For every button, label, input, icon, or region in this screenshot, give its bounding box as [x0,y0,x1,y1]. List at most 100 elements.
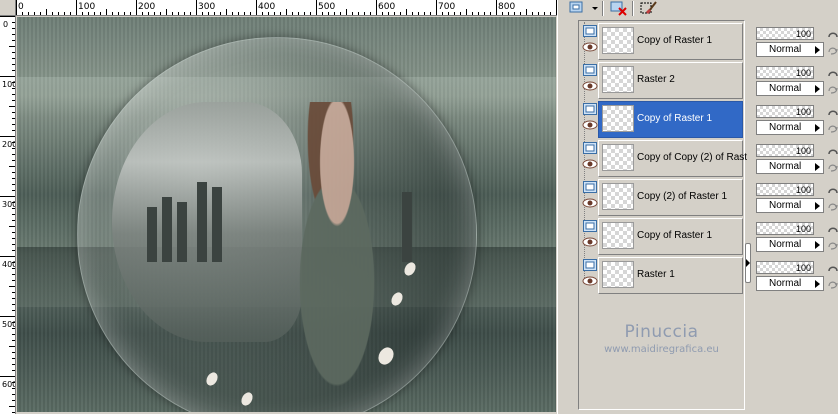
ruler-tick [12,154,15,155]
raster-layer-icon[interactable] [583,220,597,232]
blend-mode-select[interactable]: Normal [756,42,824,57]
blend-mode-select[interactable]: Normal [756,198,824,213]
raster-layer-icon[interactable] [583,142,597,154]
raster-layer-icon[interactable] [583,25,597,37]
layer-row[interactable]: Copy of Raster 1 [580,100,743,139]
lock-transparency-icon[interactable] [827,106,838,118]
ruler-label: 200 [2,140,16,149]
ruler-tick [12,358,15,359]
ruler-tick [286,9,287,15]
blend-mode-select[interactable]: Normal [756,120,824,135]
ruler-tick [9,286,15,287]
blend-mode-select[interactable]: Normal [756,159,824,174]
layer-name[interactable]: Raster 1 [637,269,675,280]
ruler-label: 100 [78,2,96,12]
eye-icon[interactable] [582,42,598,52]
layer-properties: 100 Normal [754,217,838,256]
city-tower [402,192,412,262]
lock-transparency-icon[interactable] [827,184,838,196]
layer-thumbnail [602,261,634,288]
ruler-tick [454,12,455,15]
ruler-tick [346,9,347,15]
link-icon[interactable] [827,122,838,134]
layer-properties: 100 Normal [754,22,838,61]
blend-mode-select[interactable]: Normal [756,237,824,252]
opacity-slider[interactable]: 100 [756,27,814,40]
layer-name[interactable]: Copy (2) of Raster 1 [637,191,727,202]
link-icon[interactable] [827,278,838,290]
eye-icon[interactable] [582,120,598,130]
layer-row[interactable]: Copy of Raster 1 [580,217,743,256]
pane-splitter[interactable] [745,243,751,283]
eye-icon[interactable] [582,81,598,91]
opacity-slider[interactable]: 100 [756,222,814,235]
ruler-label: 300 [198,2,216,12]
opacity-slider[interactable]: 100 [756,144,814,157]
link-icon[interactable] [827,83,838,95]
new-layer-button[interactable] [568,0,588,17]
link-icon[interactable] [827,44,838,56]
ruler-tick [448,12,449,15]
ruler-tick [0,316,15,317]
chevron-right-icon [815,85,820,93]
ruler-tick [430,12,431,15]
raster-layer-icon[interactable] [583,103,597,115]
raster-layer-icon[interactable] [583,259,597,271]
link-icon[interactable] [827,200,838,212]
ruler-tick [34,12,35,15]
ruler-label: 500 [2,320,16,329]
raster-layer-icon[interactable] [583,181,597,193]
watermark-name: Pinuccia [624,322,699,342]
layer-name[interactable]: Raster 2 [637,74,675,85]
lock-transparency-icon[interactable] [827,67,838,79]
opacity-slider[interactable]: 100 [756,183,814,196]
ruler-tick [370,12,371,15]
ruler-tick [12,340,15,341]
ruler-tick [9,346,15,347]
layer-name[interactable]: Copy of Raster 1 [637,113,712,124]
lock-transparency-icon[interactable] [827,262,838,274]
layer-thumbnail [602,27,634,54]
image-canvas[interactable] [17,17,556,412]
layer-row[interactable]: Raster 2 [580,61,743,100]
ruler-tick [12,64,15,65]
opacity-slider[interactable]: 100 [756,66,814,79]
ruler-tick [9,406,15,407]
ruler-tick [238,12,239,15]
delete-layer-button[interactable] [610,0,630,17]
layer-thumbnail [602,66,634,93]
eye-icon[interactable] [582,276,598,286]
blend-mode-select[interactable]: Normal [756,276,824,291]
chevron-right-icon [815,280,820,288]
layer-name[interactable]: Copy of Copy (2) of Rast [637,152,747,163]
eye-icon[interactable] [582,159,598,169]
opacity-slider[interactable]: 100 [756,261,814,274]
lock-transparency-icon[interactable] [827,28,838,40]
layer-name[interactable]: Copy of Raster 1 [637,35,712,46]
layer-name[interactable]: Copy of Raster 1 [637,230,712,241]
lock-transparency-icon[interactable] [827,223,838,235]
edit-selection-button[interactable] [640,0,660,17]
ruler-tick [12,172,15,173]
ruler-tick [118,12,119,15]
layer-row[interactable]: Copy of Raster 1 [580,22,743,61]
opacity-slider[interactable]: 100 [756,105,814,118]
raster-layer-icon[interactable] [583,64,597,76]
link-icon[interactable] [827,161,838,173]
lock-transparency-icon[interactable] [827,145,838,157]
ruler-tick [292,12,293,15]
blend-mode-select[interactable]: Normal [756,81,824,96]
link-icon[interactable] [827,239,838,251]
layer-row[interactable]: Copy of Copy (2) of Rast [580,139,747,178]
blend-mode-value: Normal [769,44,802,55]
layer-list: Copy of Raster 1 Raster 2 Copy of Raster 1… [580,22,747,296]
layer-row[interactable]: Raster 1 [580,256,743,295]
ruler-label: 800 [498,2,516,12]
eye-icon[interactable] [582,237,598,247]
layer-row[interactable]: Copy (2) of Raster 1 [580,178,743,217]
layer-thumbnail [602,105,634,132]
ruler-tick [310,12,311,15]
ruler-tick [262,12,263,15]
eye-icon[interactable] [582,198,598,208]
ruler-tick [12,352,15,353]
